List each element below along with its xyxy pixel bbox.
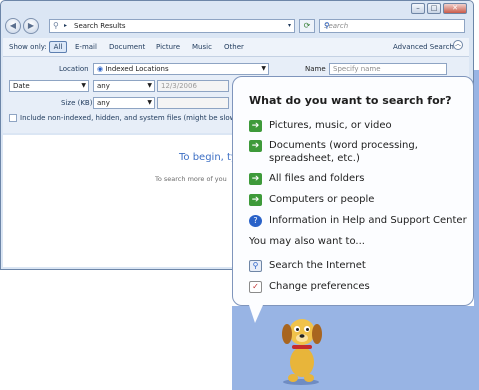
dog-ear-right xyxy=(312,324,322,344)
breadcrumb-arrow-icon: ▸ xyxy=(64,22,68,29)
option-label: All files and folders xyxy=(269,173,365,184)
desktop-background-lower xyxy=(232,306,479,390)
forward-button[interactable]: ▶ xyxy=(23,18,39,34)
green-arrow-icon: ➔ xyxy=(249,194,262,206)
advanced-search-link[interactable]: Advanced Search xyxy=(393,43,454,51)
search-assistant-balloon: What do you want to search for? ➔ Pictur… xyxy=(232,76,474,306)
chevron-down-icon: ▼ xyxy=(81,82,86,89)
green-arrow-icon: ➔ xyxy=(249,140,262,152)
option-label: Change preferences xyxy=(269,281,370,292)
back-button[interactable]: ◀ xyxy=(5,18,21,34)
address-bar[interactable]: ⚲ ▸ Search Results ▾ xyxy=(49,19,295,33)
location-value: Indexed Locations xyxy=(105,65,169,73)
back-arrow-icon: ◀ xyxy=(9,21,17,30)
show-only-label: Show only: xyxy=(9,43,47,51)
filter-picture[interactable]: Picture xyxy=(156,43,180,51)
dog-body xyxy=(290,347,314,377)
search-input[interactable]: Search ⚲ xyxy=(319,19,465,33)
assistant-heading: What do you want to search for? xyxy=(249,94,452,107)
green-arrow-icon: ➔ xyxy=(249,173,262,185)
date-operator-dropdown[interactable]: any ▼ xyxy=(93,80,155,92)
minimize-button[interactable]: – xyxy=(411,3,425,14)
name-label: Name xyxy=(305,65,326,73)
option-label: Information in Help and Support Center xyxy=(269,215,467,226)
size-operator-dropdown[interactable]: any ▼ xyxy=(93,97,155,109)
dog-ear-left xyxy=(282,324,292,344)
collapse-icon[interactable]: ︿ xyxy=(453,40,463,50)
dog-paw-right xyxy=(304,374,314,382)
dog-collar xyxy=(292,345,312,349)
search-folder-icon: ⚲ xyxy=(53,21,59,30)
size-operator-value: any xyxy=(97,99,110,107)
location-dropdown[interactable]: ◉ Indexed Locations ▼ xyxy=(93,63,269,75)
chevron-down-icon: ▼ xyxy=(147,99,152,106)
option-label: Pictures, music, or video xyxy=(269,120,392,131)
begin-hint: To begin, ty xyxy=(179,152,237,163)
balloon-tail xyxy=(249,305,263,323)
dog-shadow xyxy=(283,379,319,385)
search-icon[interactable]: ⚲ xyxy=(324,21,460,30)
filter-other[interactable]: Other xyxy=(224,43,244,51)
forward-arrow-icon: ▶ xyxy=(27,21,35,30)
filter-document[interactable]: Document xyxy=(109,43,145,51)
close-button[interactable]: ✕ xyxy=(443,3,467,14)
include-nonindexed-checkbox[interactable] xyxy=(9,114,17,122)
chevron-down-icon: ▼ xyxy=(147,82,152,89)
filter-bar: Show only: All E-mail Document Picture M… xyxy=(3,38,469,57)
dog-pupil-right xyxy=(306,328,309,331)
also-label: You may also want to... xyxy=(249,236,365,247)
address-text: Search Results xyxy=(74,22,126,30)
search-internet-icon: ⚲ xyxy=(249,260,262,272)
date-operator-value: any xyxy=(97,82,110,90)
dog-pupil-left xyxy=(296,328,299,331)
refresh-button[interactable]: ⟳ xyxy=(299,19,315,33)
include-nonindexed-label: Include non-indexed, hidden, and system … xyxy=(20,114,239,122)
dog-paw-left xyxy=(288,374,298,382)
date-property-dropdown[interactable]: Date ▼ xyxy=(9,80,89,92)
search-dog-icon[interactable] xyxy=(276,312,326,386)
help-question-icon: ? xyxy=(249,215,262,227)
navigation-buttons: ◀ ▶ xyxy=(5,17,43,35)
name-field[interactable]: Specify name xyxy=(329,63,447,75)
address-dropdown-icon[interactable]: ▾ xyxy=(288,22,291,29)
desktop-background xyxy=(474,70,479,310)
title-bar: – □ ✕ xyxy=(1,1,473,15)
size-field[interactable] xyxy=(157,97,229,109)
date-field-value: 12/3/2006 xyxy=(161,82,197,90)
refresh-icon: ⟳ xyxy=(303,21,311,30)
option-label: Documents (word processing, spreadsheet,… xyxy=(269,140,418,164)
option-label: Computers or people xyxy=(269,194,375,205)
date-property-value: Date xyxy=(13,82,30,90)
date-field[interactable]: 12/3/2006 xyxy=(157,80,229,92)
location-label: Location xyxy=(59,65,89,73)
option-label: Search the Internet xyxy=(269,260,366,271)
indexed-locations-icon: ◉ xyxy=(97,65,104,73)
filter-music[interactable]: Music xyxy=(192,43,212,51)
search-more-hint: To search more of you xyxy=(155,175,227,183)
maximize-button[interactable]: □ xyxy=(427,3,441,14)
green-arrow-icon: ➔ xyxy=(249,120,262,132)
chevron-down-icon: ▼ xyxy=(261,65,266,72)
name-placeholder: Specify name xyxy=(333,65,381,73)
preferences-icon: ✓ xyxy=(249,281,262,293)
dog-nose xyxy=(299,334,305,338)
size-label: Size (KB) xyxy=(61,99,93,107)
filter-email[interactable]: E-mail xyxy=(75,43,97,51)
filter-all[interactable]: All xyxy=(49,41,67,53)
